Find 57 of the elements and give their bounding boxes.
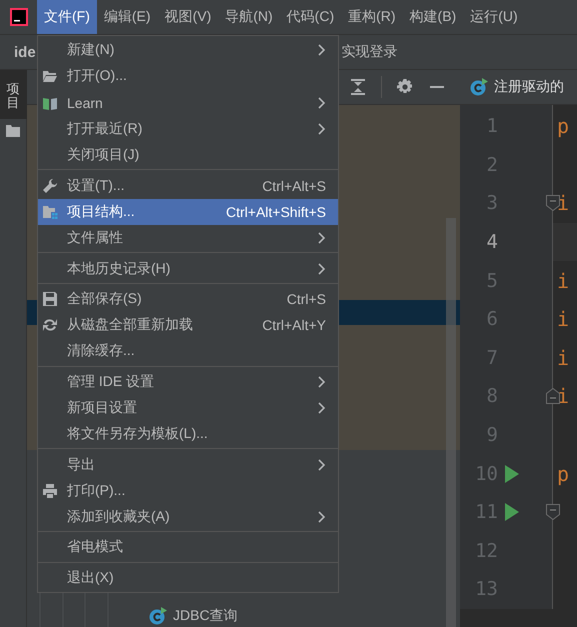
- menu-item[interactable]: 关闭项目(J): [38, 142, 338, 168]
- run-icon[interactable]: [505, 464, 519, 483]
- app-logo: [10, 8, 28, 26]
- menu-bar-item[interactable]: 文件(F): [37, 0, 97, 34]
- settings-icon[interactable]: [396, 78, 414, 96]
- menu-item[interactable]: 全部保存(S) Ctrl+S: [38, 286, 338, 312]
- menu-item[interactable]: 项目结构... Ctrl+Alt+Shift+S: [38, 198, 338, 226]
- folder-icon: [6, 124, 20, 137]
- menu-item[interactable]: 文件属性: [38, 225, 338, 252]
- save-icon: [42, 290, 58, 307]
- run-icon[interactable]: [505, 503, 519, 522]
- code-text: i: [557, 268, 570, 293]
- class-icon: [149, 607, 167, 625]
- breadcrumb-file[interactable]: 实现登录: [342, 43, 398, 61]
- code-text: p: [557, 114, 570, 138]
- menu-bar-item[interactable]: 代码(C): [280, 0, 342, 34]
- menu-item[interactable]: 管理 IDE 设置: [38, 368, 338, 395]
- menu-item[interactable]: 添加到收藏夹(A): [38, 504, 338, 530]
- menu-item[interactable]: Learn: [38, 90, 338, 116]
- menu-item[interactable]: 新项目设置: [38, 394, 338, 422]
- folder-icon: [42, 68, 58, 84]
- code-text: i: [557, 191, 570, 216]
- tree-item[interactable]: JDBC查询: [173, 607, 238, 625]
- menu-bar-item[interactable]: 重构(R): [341, 0, 403, 34]
- fold-marker-icon[interactable]: [546, 195, 560, 212]
- menu-bar-item[interactable]: 构建(B): [402, 0, 464, 34]
- fold-marker-icon[interactable]: [546, 388, 560, 404]
- class-icon: [470, 78, 488, 96]
- menu-item[interactable]: 退出(X): [38, 564, 338, 591]
- reload-icon: [42, 317, 58, 334]
- code-text: i: [557, 346, 570, 370]
- menu-bar-item[interactable]: 视图(V): [158, 0, 218, 34]
- menu-item[interactable]: 设置(T)... Ctrl+Alt+S: [38, 172, 338, 199]
- menu-item[interactable]: 打印(P)...: [38, 478, 338, 504]
- code-text: i: [557, 307, 570, 332]
- menu-bar-item[interactable]: 导航(N): [218, 0, 280, 34]
- scrollbar[interactable]: [446, 218, 456, 627]
- code-text: p: [557, 462, 570, 486]
- fold-marker-icon[interactable]: [546, 504, 560, 520]
- menu-item[interactable]: 导出: [38, 451, 338, 478]
- collapse-all-icon[interactable]: [349, 78, 367, 96]
- project-structure-icon: [42, 204, 58, 220]
- menu-item[interactable]: 新建(N): [38, 37, 338, 64]
- tool-window-tab[interactable]: 项目: [0, 70, 26, 119]
- wrench-icon: [42, 178, 58, 194]
- menu-bar-item[interactable]: 编辑(E): [96, 0, 158, 34]
- menu-item[interactable]: 打开最近(R): [38, 116, 338, 142]
- menu-item[interactable]: 从磁盘全部重新加载 Ctrl+Alt+Y: [38, 312, 338, 338]
- menu-item[interactable]: 清除缓存...: [38, 338, 338, 365]
- printer-icon: [42, 482, 58, 499]
- menu-item[interactable]: 将文件另存为模板(L)...: [38, 421, 338, 448]
- menu-bar-item[interactable]: 运行(U): [463, 0, 525, 34]
- line-number: 4: [486, 231, 498, 254]
- menu-item[interactable]: 本地历史记录(H): [38, 255, 338, 282]
- breadcrumb-project[interactable]: ide: [14, 44, 36, 60]
- menu-item[interactable]: 省电模式: [38, 534, 338, 561]
- menu-item[interactable]: 打开(O)...: [38, 63, 338, 90]
